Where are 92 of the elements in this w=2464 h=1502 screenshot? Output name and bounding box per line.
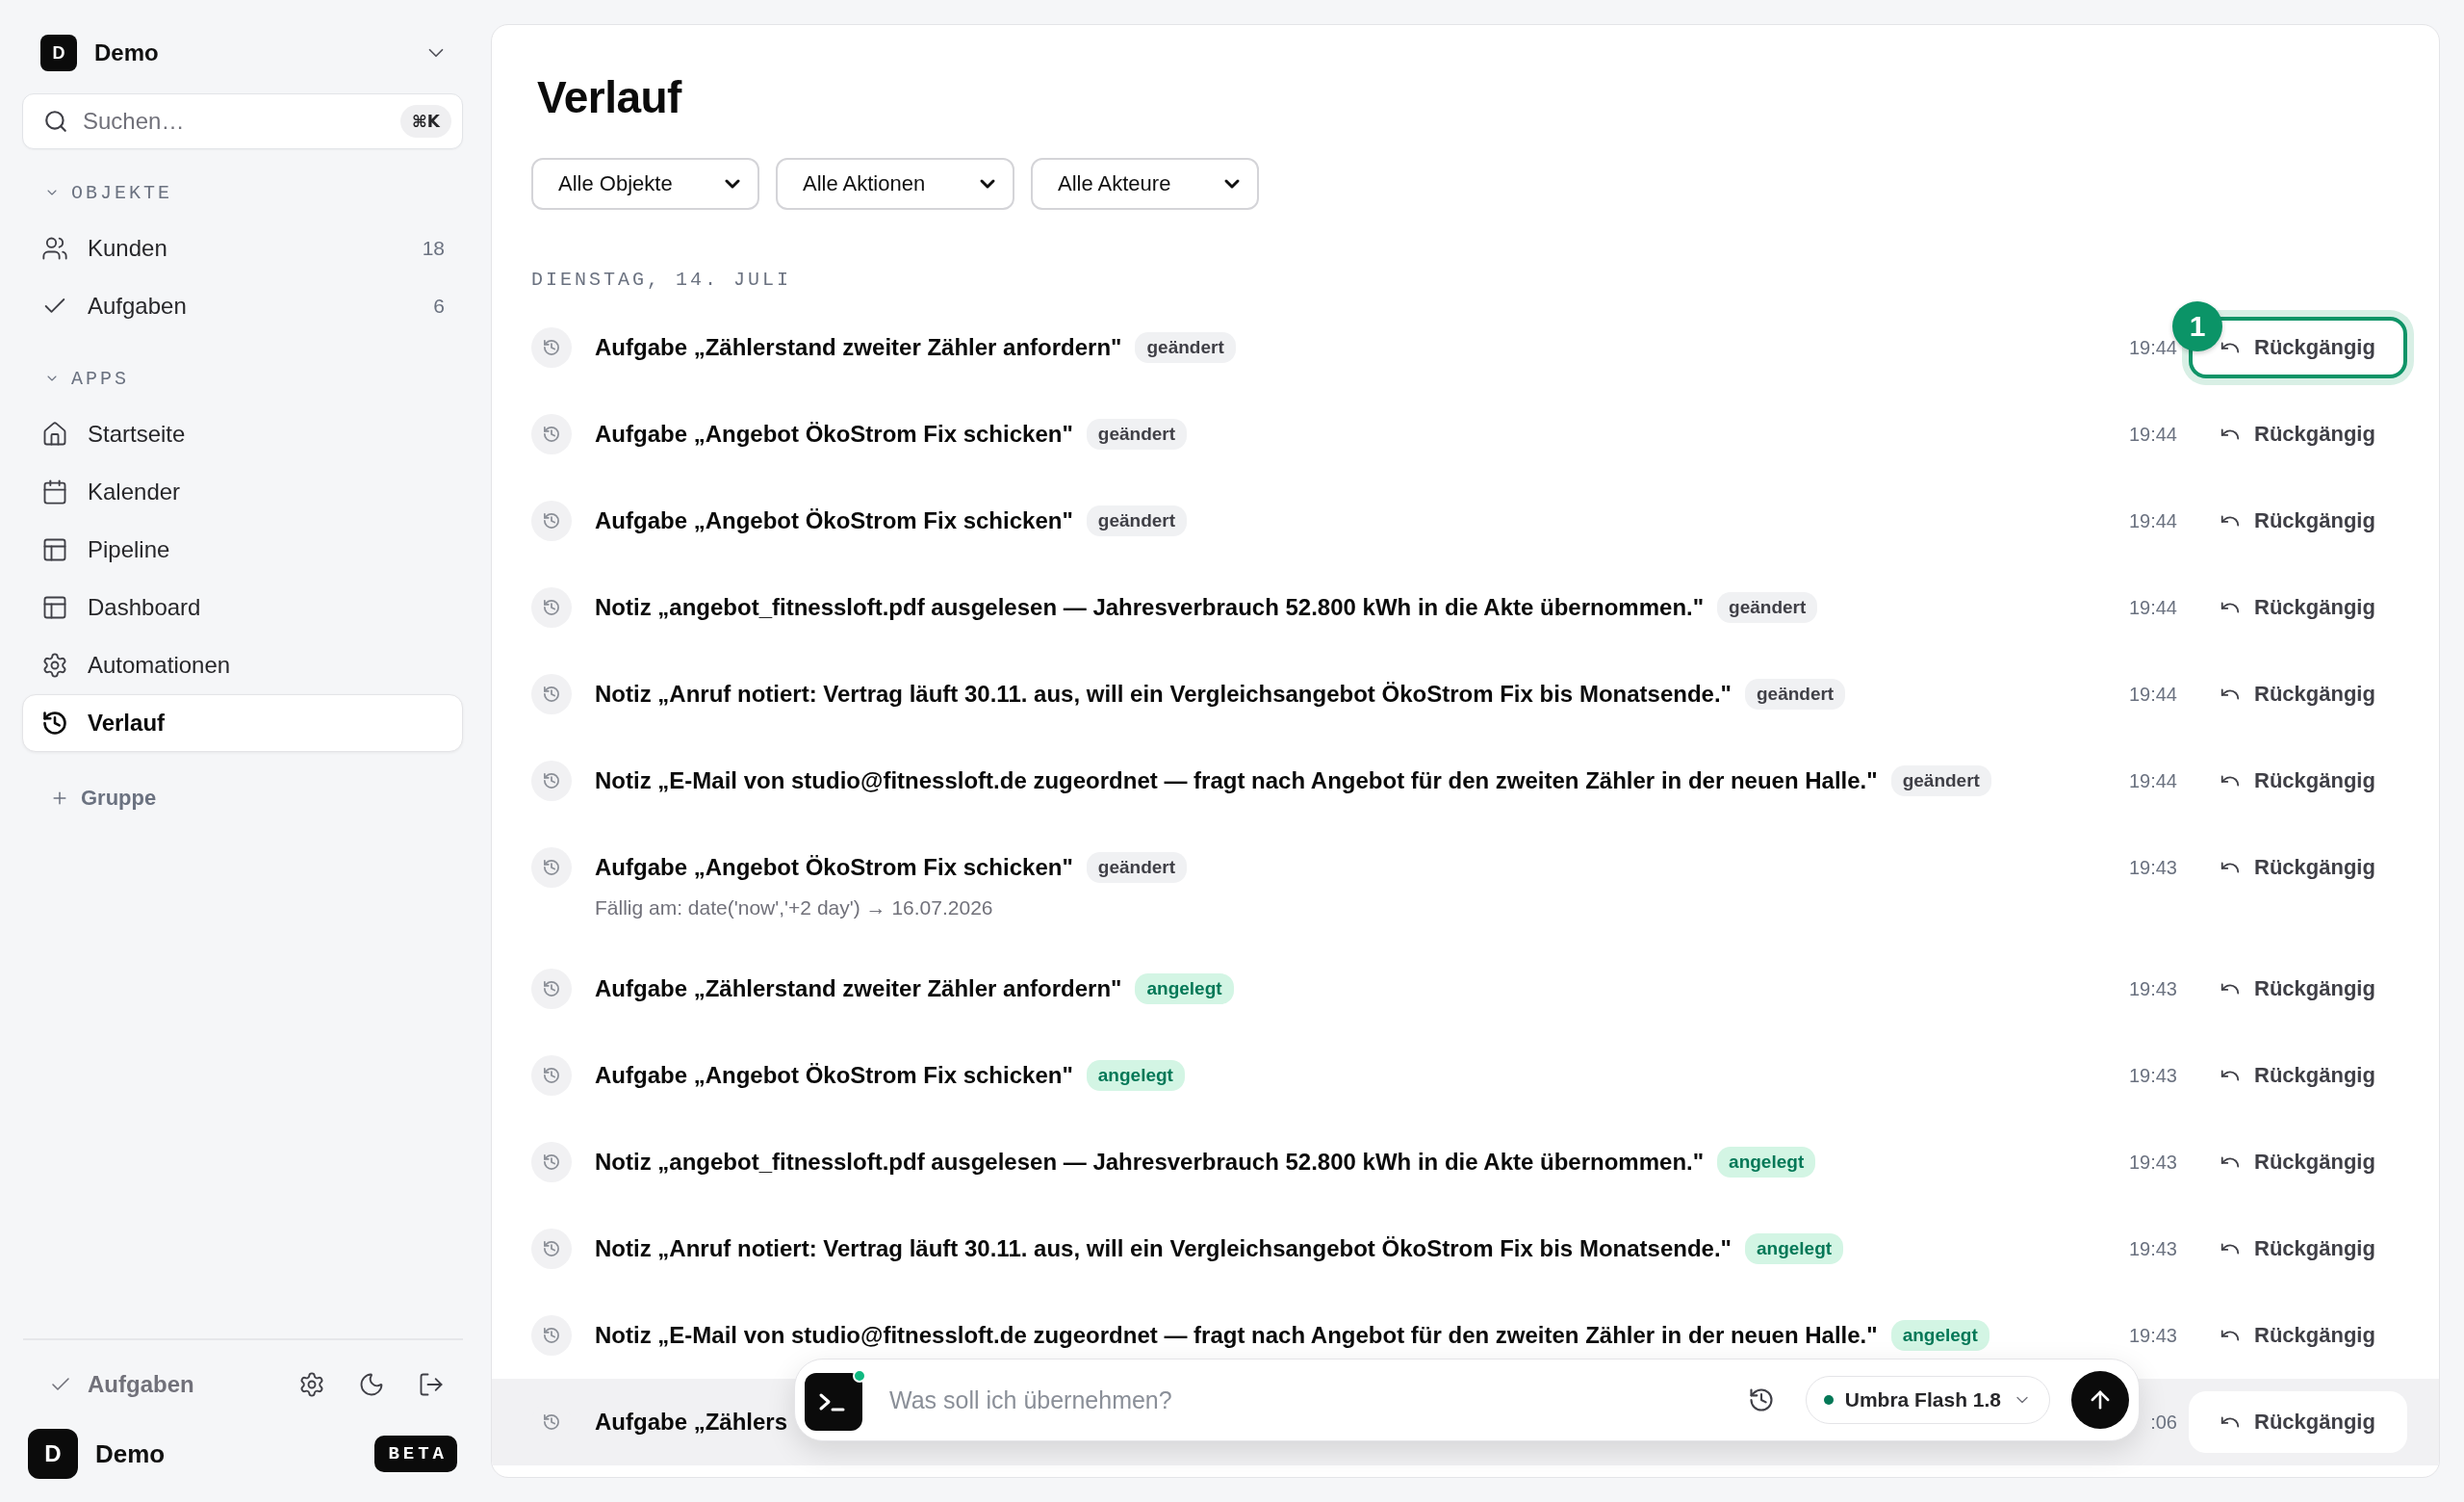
nav-item[interactable]: Dashboard [22,579,463,636]
section-toggle[interactable]: OBJEKTE [22,176,172,209]
layout-icon [41,536,68,563]
entry-title: Aufgabe „Zählerstand zweiter Zähler anfordern" [595,975,1122,1002]
nav-item[interactable]: Pipeline [22,521,463,579]
layout-icon [41,594,68,621]
entry-title: Notiz „angebot_fitnessloft.pdf ausgelesen — Jahresverbrauch 52.800 kWh in die Akte übernommen." [595,1149,1705,1176]
entry-title: Notiz „E-Mail von studio@fitnessloft.de zugeordnet — fragt nach Angebot für den zweiten Zähler in der neuen Halle." [595,1322,1878,1349]
action-tag: geändert [1086,419,1188,450]
entry-title: Notiz „E-Mail von studio@fitnessloft.de zugeordnet — fragt nach Angebot für den zweiten Zähler in der neuen Halle." [595,767,1878,794]
home-icon [41,421,68,448]
entry-time: 19:43 [2128,1324,2177,1348]
history-icon [531,674,572,714]
nav-item[interactable]: Automationen [22,636,463,694]
history-icon [531,969,572,1009]
entry-title: Aufgabe „Zählerstand zweiter Zähler anfordern" [595,334,1122,361]
action-tag: geändert [1086,505,1188,536]
action-tag: angelegt [1744,1233,1844,1264]
moon-icon [358,1371,385,1398]
status-dot-icon [1823,1395,1834,1405]
entry-title: Aufgabe „Angebot ÖkoStrom Fix schicken" [595,1062,1073,1089]
entry-title: Notiz „Anruf notiert: Vertrag läuft 30.11. aus, will ein Vergleichsangebot ÖkoStrom Fix bis Monatsende." [595,1235,1732,1262]
gear-icon [41,652,68,679]
filter-dropdown[interactable]: Alle Objekte [531,158,759,210]
entry-time: 19:43 [2128,1064,2177,1088]
add-group-button[interactable]: Gruppe [22,779,157,817]
nav-item[interactable]: Verlauf [22,694,463,752]
send-button[interactable] [2071,1371,2129,1429]
item-count: 6 [433,295,445,318]
entry-time: 19:44 [2128,683,2177,707]
history-icon [531,1142,572,1182]
action-tag: geändert [1717,592,1818,623]
item-count: 18 [422,237,445,260]
date-heading: DIENSTAG, 14. JULI [531,268,793,293]
nav-item[interactable]: Kunden 18 [22,220,463,277]
action-tag: angelegt [1086,1060,1185,1091]
logout-icon [418,1371,445,1398]
history-icon [531,1315,572,1356]
action-tag: geändert [1135,332,1236,363]
model-selector[interactable]: Umbra Flash 1.8 [1805,1376,2050,1424]
entry-time: 19:44 [2128,509,2177,533]
users-icon [41,235,68,262]
tasks-link[interactable]: Aufgaben [49,1371,194,1398]
entry-time: 19:44 [2128,769,2177,793]
user-name: Demo [95,1438,166,1469]
history-icon [1747,1386,1775,1413]
entry-title: Aufgabe „Angebot ÖkoStrom Fix schicken" [595,507,1073,534]
action-tag: geändert [1086,852,1188,883]
history-icon [531,327,572,368]
history-icon [531,501,572,541]
history-icon [531,587,572,628]
settings-icon [298,1371,325,1398]
history-icon [531,414,572,454]
entry-time: 19:44 [2128,596,2177,620]
action-tag: angelegt [1890,1320,1989,1351]
history-icon [531,1229,572,1269]
entry-title: Aufgabe „Zählers [595,1409,788,1436]
calendar-icon [41,479,68,505]
undo-button[interactable]: Rückgängig [2189,1391,2407,1453]
entry-time: 19:43 [2128,1151,2177,1175]
entry-time: 19:44 [2128,423,2177,447]
entry-detail: Fällig am: date('now','+2 day') → 16.07.2026 [595,895,993,920]
entry-title: Aufgabe „Angebot ÖkoStrom Fix schicken" [595,854,1073,881]
filter-dropdown[interactable]: Alle Akteure [1031,158,1259,210]
history-icon [531,847,572,888]
search-icon [43,109,68,134]
action-tag: angelegt [1717,1147,1816,1178]
nav-item[interactable]: Kalender [22,463,463,521]
entry-time: :06 [2150,1411,2177,1435]
action-tag: angelegt [1135,973,1234,1004]
history-icon [531,761,572,801]
nav-item[interactable]: Aufgaben 6 [22,277,463,335]
nav-item[interactable]: Startseite [22,405,463,463]
filter-dropdown[interactable]: Alle Aktionen [776,158,1014,210]
terminal-icon[interactable] [805,1369,866,1431]
entry-title: Aufgabe „Angebot ÖkoStrom Fix schicken" [595,421,1073,448]
section-toggle[interactable]: APPS [22,362,129,395]
action-tag: geändert [1890,765,1991,796]
action-tag: geändert [1744,679,1846,710]
entry-time: 19:43 [2128,856,2177,880]
entry-title: Notiz „angebot_fitnessloft.pdf ausgelesen — Jahresverbrauch 52.800 kWh in die Akte übernommen." [595,594,1705,621]
chat-input-field[interactable]: Was soll ich übernehmen? [887,1385,1744,1415]
workspace-name: Demo [94,39,159,66]
beta-tag: BETA [374,1436,457,1472]
entry-title: Notiz „Anruf notiert: Vertrag läuft 30.11. aus, will ein Vergleichsangebot ÖkoStrom Fix bis Monatsende." [595,681,1732,708]
entry-time: 19:43 [2128,1237,2177,1261]
history-icon [41,710,68,737]
entry-time: 19:43 [2128,977,2177,1001]
history-icon [531,1055,572,1096]
workspace-avatar: D [40,35,77,71]
page-title: Verlauf [537,71,683,124]
user-avatar: D [28,1429,78,1479]
